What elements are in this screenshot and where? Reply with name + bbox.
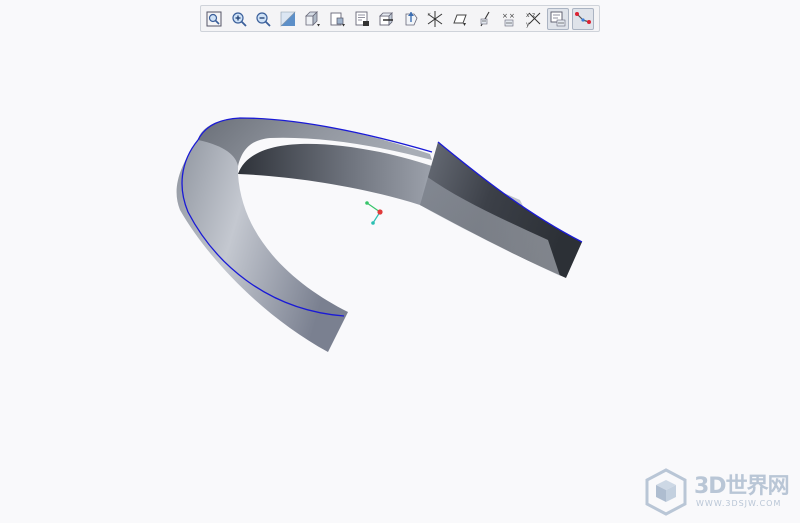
datum-plane-display-icon: [453, 14, 467, 26]
annotation-display-icon: [550, 11, 566, 26]
section-view-button[interactable]: [375, 8, 397, 30]
watermark-text: 3D世界网 WWW.3DSJW.COM: [694, 474, 790, 509]
coordinate-systems-icon: x zy: [526, 12, 541, 28]
svg-text:×: ×: [427, 12, 431, 18]
zoom-out-icon: [256, 11, 271, 27]
model-tree-sketch-button[interactable]: [571, 7, 594, 30]
datum-points-icon: × ×: [502, 12, 515, 26]
spin-center-button[interactable]: [400, 8, 422, 30]
view-manager-icon: [355, 11, 369, 26]
svg-text:×: ×: [502, 12, 508, 20]
spin-center-marker: [365, 201, 383, 225]
cube-logo-icon: [645, 468, 687, 516]
display-style-button[interactable]: [301, 8, 323, 30]
coordinate-systems-button[interactable]: xzy: [523, 8, 545, 30]
zoom-in-icon: [231, 11, 247, 27]
zoom-out-button[interactable]: [252, 8, 274, 30]
section-view-icon: [379, 11, 394, 26]
saved-views-icon: [330, 12, 345, 26]
reorient-icon: [280, 11, 296, 27]
datum-plane-display-button[interactable]: [449, 8, 471, 30]
datum-planes-button[interactable]: ×: [424, 8, 446, 30]
view-toolbar: × × × xzy: [200, 5, 600, 32]
spin-center-icon: [405, 11, 418, 25]
datum-planes-icon: ×: [427, 10, 443, 27]
site-watermark: 3D世界网 WWW.3DSJW.COM: [644, 466, 794, 518]
watermark-title: 3D世界网: [694, 474, 790, 499]
display-style-icon: [305, 10, 321, 26]
refit-button[interactable]: [203, 8, 225, 30]
model-viewport[interactable]: [0, 0, 800, 523]
datum-axes-icon: [480, 11, 490, 26]
datum-points-button[interactable]: × ×: [498, 8, 520, 30]
refit-icon: [206, 11, 222, 26]
watermark-url: WWW.3DSJW.COM: [696, 499, 782, 508]
zoom-in-button[interactable]: [228, 8, 250, 30]
view-manager-button[interactable]: [351, 8, 373, 30]
model-tree-sketch-icon: [574, 11, 591, 24]
svg-text:×: ×: [509, 12, 515, 20]
annotation-display-button[interactable]: [547, 7, 570, 30]
datum-axes-button[interactable]: [474, 8, 496, 30]
reorient-button[interactable]: [277, 8, 299, 30]
svg-text:y: y: [526, 21, 530, 28]
saved-views-button[interactable]: [326, 8, 348, 30]
